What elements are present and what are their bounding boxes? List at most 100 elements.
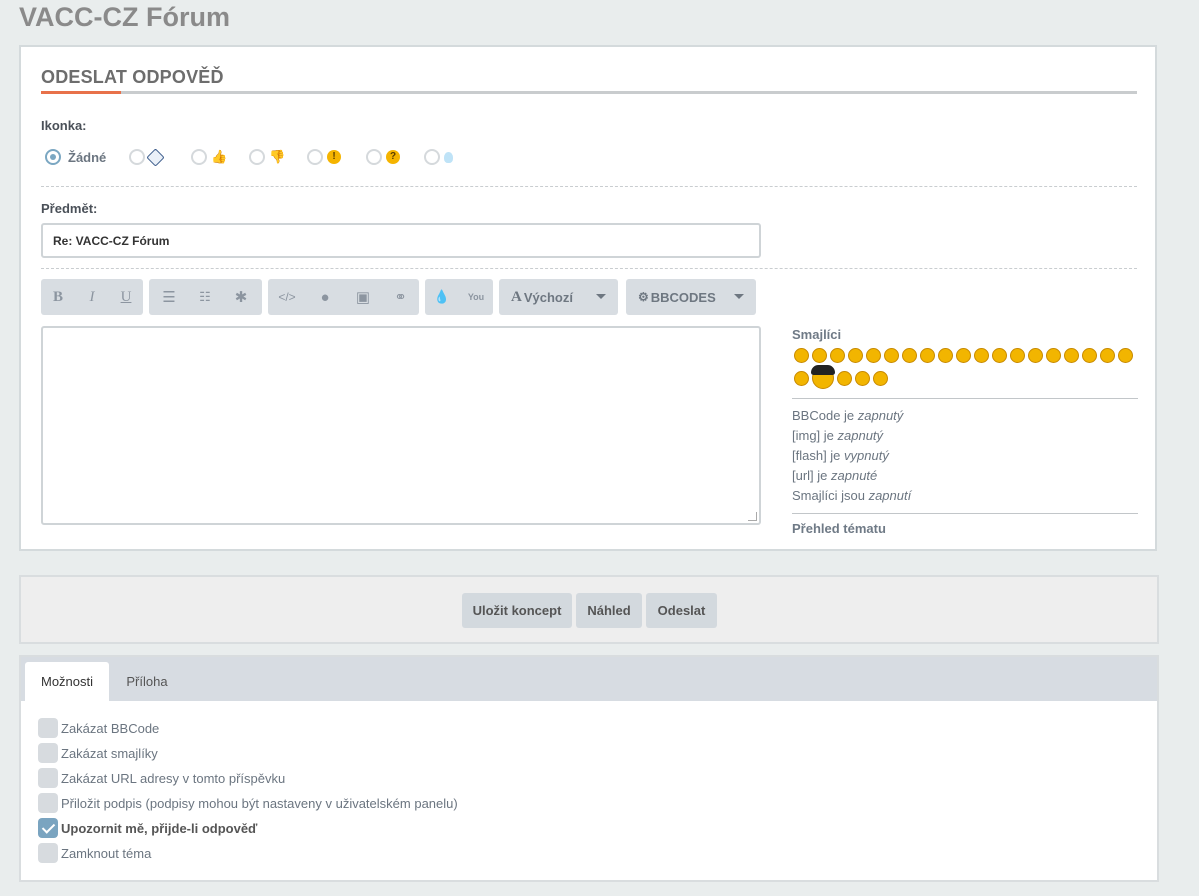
smiley-icon[interactable] [865, 348, 881, 363]
quote-icon[interactable]: ● [306, 279, 344, 315]
status-state: zapnutí [868, 488, 912, 503]
checkbox[interactable] [38, 743, 58, 763]
radio[interactable] [191, 149, 207, 165]
icon-label: Ikonka: [41, 118, 87, 133]
smiley-icon[interactable] [919, 348, 935, 363]
smiley-icon[interactable] [1027, 348, 1043, 363]
smiley-icon[interactable] [811, 348, 827, 363]
smiley-list [792, 346, 1138, 391]
icon-option-exclamation[interactable]: ! [307, 145, 341, 169]
divider [41, 186, 1137, 187]
code-icon[interactable]: </> [268, 279, 306, 315]
icon-option-tag[interactable] [129, 145, 165, 169]
image-icon[interactable]: ▣ [344, 279, 382, 315]
font-dropdown[interactable]: A Výchozí [499, 279, 618, 315]
link-icon[interactable]: ⚭ [382, 279, 419, 315]
chevron-down-icon [596, 294, 606, 299]
radio[interactable] [129, 149, 145, 165]
option-row[interactable]: Zakázat URL adresy v tomto příspěvku [38, 767, 285, 789]
status-state: zapnuté [831, 468, 878, 483]
icon-option-lightbulb[interactable] [424, 145, 453, 169]
question-icon: ? [386, 150, 400, 164]
icon-option-none[interactable]: Žádné [45, 145, 106, 169]
radio[interactable] [424, 149, 440, 165]
option-row[interactable]: Přiložit podpis (podpisy mohou být nasta… [38, 792, 458, 814]
icon-option-thumbs-down[interactable]: 👎 [249, 145, 286, 169]
chevron-down-icon [734, 294, 744, 299]
site-title: VACC-CZ Fórum [19, 2, 230, 32]
option-row[interactable]: Zakázat BBCode [38, 717, 159, 739]
smiley-icon[interactable] [836, 370, 852, 386]
smiley-icon[interactable] [847, 348, 863, 363]
option-row[interactable]: Zamknout téma [38, 842, 151, 864]
option-row[interactable]: Upozornit mě, přijde-li odpověď [38, 817, 257, 839]
checkbox[interactable] [38, 768, 58, 788]
status-prefix: [url] je [792, 468, 832, 483]
bbcodes-dropdown[interactable]: ⚙ BBCODES [626, 279, 756, 315]
tab-bar: Možnosti Příloha [21, 657, 1157, 701]
status-line: Smajlíci jsou zapnutí [792, 486, 1138, 506]
bold-button[interactable]: B [41, 279, 75, 315]
smiley-icon[interactable] [901, 348, 917, 363]
bulleted-list-icon[interactable]: ☰ [151, 279, 187, 315]
exclamation-icon: ! [327, 150, 341, 164]
resize-handle[interactable] [748, 512, 757, 521]
color-drop-icon[interactable]: 💧 [425, 279, 459, 315]
icon-option-thumbs-up[interactable]: 👍 [191, 145, 227, 169]
topic-review-link[interactable]: Přehled tématu [792, 521, 1138, 536]
checkbox[interactable] [38, 718, 58, 738]
list-item-icon[interactable]: ✱ [223, 279, 259, 315]
smilies-heading: Smajlíci [792, 327, 842, 342]
smiley-icon[interactable] [1099, 348, 1115, 363]
save-draft-button[interactable]: Uložit koncept [462, 593, 572, 628]
status-line: [url] je zapnuté [792, 466, 1138, 486]
smiley-icon[interactable] [1081, 348, 1097, 363]
numbered-list-icon[interactable]: ☷ [187, 279, 223, 315]
option-label: Zamknout téma [61, 845, 152, 861]
icon-option-question[interactable]: ? [366, 145, 400, 169]
smiley-icon[interactable] [1045, 348, 1061, 363]
status-prefix: BBCode je [792, 408, 858, 423]
smiley-icon[interactable] [810, 365, 835, 389]
status-state: vypnutý [844, 448, 889, 463]
preview-button[interactable]: Náhled [576, 593, 642, 628]
smiley-icon[interactable] [973, 348, 989, 363]
format-group: B I U [41, 279, 143, 315]
option-row[interactable]: Zakázat smajlíky [38, 742, 158, 764]
underline-button[interactable]: U [109, 279, 143, 315]
option-label: Zakázat URL adresy v tomto příspěvku [61, 770, 286, 786]
smiley-icon[interactable] [1117, 348, 1133, 363]
radio[interactable] [366, 149, 382, 165]
smiley-icon[interactable] [1009, 348, 1025, 363]
smiley-icon[interactable] [829, 348, 845, 363]
smiley-icon[interactable] [955, 348, 971, 363]
smiley-icon[interactable] [1063, 348, 1079, 363]
tag-icon [146, 147, 165, 167]
smiley-icon[interactable] [793, 348, 809, 363]
title-accent [41, 91, 121, 94]
message-textarea[interactable] [41, 326, 761, 525]
radio[interactable] [307, 149, 323, 165]
checkbox-checked[interactable] [38, 818, 58, 838]
checkbox[interactable] [38, 843, 58, 863]
tab-options[interactable]: Možnosti [25, 662, 109, 701]
smiley-icon[interactable] [854, 370, 870, 386]
icon-option-label: Žádné [68, 149, 107, 165]
font-icon: A [511, 288, 522, 305]
subject-label: Předmět: [41, 201, 98, 216]
tab-attachments[interactable]: Příloha [109, 662, 185, 701]
youtube-icon[interactable]: You [459, 279, 493, 315]
radio-checked[interactable] [45, 149, 61, 165]
smiley-icon[interactable] [937, 348, 953, 363]
smiley-icon[interactable] [872, 370, 888, 386]
radio[interactable] [249, 149, 265, 165]
submit-actions: Uložit koncept Náhled Odeslat [19, 575, 1159, 644]
smiley-icon[interactable] [793, 370, 809, 386]
smiley-icon[interactable] [991, 348, 1007, 363]
italic-button[interactable]: I [75, 279, 109, 315]
subject-input[interactable] [41, 223, 761, 258]
submit-button[interactable]: Odeslat [646, 593, 717, 628]
smiley-icon[interactable] [883, 348, 899, 363]
thumbs-down-icon: 👎 [269, 149, 286, 164]
checkbox[interactable] [38, 793, 58, 813]
